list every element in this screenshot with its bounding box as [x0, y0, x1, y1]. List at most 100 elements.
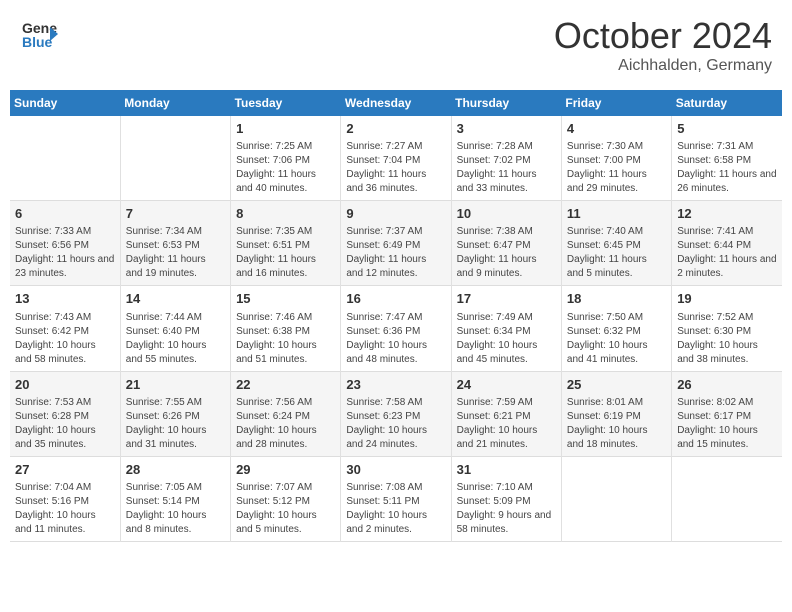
calendar-cell: 3 Sunrise: 7:28 AMSunset: 7:02 PMDaylight… [451, 116, 561, 201]
calendar-week-row: 1 Sunrise: 7:25 AMSunset: 7:06 PMDaylight… [10, 116, 782, 201]
col-thursday: Thursday [451, 90, 561, 116]
day-info: Sunrise: 7:40 AMSunset: 6:45 PMDaylight:… [567, 225, 666, 281]
day-number: 3 [457, 120, 556, 138]
calendar-cell: 20Sunrise: 7:53 AMSunset: 6:28 PMDayligh… [10, 371, 120, 456]
day-info: Sunrise: 7:47 AMSunset: 6:36 PMDaylight:… [346, 311, 445, 367]
day-info: Sunrise: 7:33 AMSunset: 6:56 PMDaylight:… [15, 225, 115, 281]
day-number: 17 [457, 290, 556, 308]
day-number: 1 [236, 120, 335, 138]
page-header: General Blue October 2024 Aichhalden, Ge… [10, 10, 782, 80]
calendar-cell: 10 Sunrise: 7:38 AMSunset: 6:47 PMDayligh… [451, 201, 561, 286]
calendar-cell: 1 Sunrise: 7:25 AMSunset: 7:06 PMDaylight… [231, 116, 341, 201]
day-info: Sunrise: 7:27 AMSunset: 7:04 PMDaylight:… [346, 140, 445, 196]
calendar-table: Sunday Monday Tuesday Wednesday Thursday… [10, 90, 782, 542]
calendar-cell: 16 Sunrise: 7:47 AMSunset: 6:36 PMDayligh… [341, 286, 451, 371]
day-number: 7 [126, 205, 225, 223]
day-number: 26 [677, 376, 777, 394]
svg-text:Blue: Blue [22, 34, 53, 50]
calendar-cell: 15Sunrise: 7:46 AMSunset: 6:38 PMDayligh… [231, 286, 341, 371]
calendar-cell: 26 Sunrise: 8:02 AMSunset: 6:17 PMDayligh… [672, 371, 782, 456]
calendar-cell: 9 Sunrise: 7:37 AMSunset: 6:49 PMDaylight… [341, 201, 451, 286]
col-saturday: Saturday [672, 90, 782, 116]
day-info: Sunrise: 7:56 AMSunset: 6:24 PMDaylight:… [236, 396, 335, 452]
day-info: Sunrise: 7:28 AMSunset: 7:02 PMDaylight:… [457, 140, 556, 196]
day-info: Sunrise: 7:44 AMSunset: 6:40 PMDaylight:… [126, 311, 225, 367]
calendar-week-row: 6 Sunrise: 7:33 AMSunset: 6:56 PMDaylight… [10, 201, 782, 286]
calendar-cell: 17 Sunrise: 7:49 AMSunset: 6:34 PMDayligh… [451, 286, 561, 371]
day-number: 4 [567, 120, 666, 138]
calendar-cell: 25 Sunrise: 8:01 AMSunset: 6:19 PMDayligh… [561, 371, 671, 456]
calendar-cell: 11 Sunrise: 7:40 AMSunset: 6:45 PMDayligh… [561, 201, 671, 286]
calendar-header-row: Sunday Monday Tuesday Wednesday Thursday… [10, 90, 782, 116]
day-info: Sunrise: 7:10 AMSunset: 5:09 PMDaylight:… [457, 481, 556, 537]
month-title: October 2024 [554, 15, 772, 57]
calendar-cell: 28 Sunrise: 7:05 AMSunset: 5:14 PMDayligh… [120, 456, 230, 541]
calendar-cell [10, 116, 120, 201]
logo: General Blue [20, 15, 58, 53]
day-number: 9 [346, 205, 445, 223]
day-number: 25 [567, 376, 666, 394]
calendar-week-row: 20Sunrise: 7:53 AMSunset: 6:28 PMDayligh… [10, 371, 782, 456]
col-tuesday: Tuesday [231, 90, 341, 116]
day-info: Sunrise: 7:35 AMSunset: 6:51 PMDaylight:… [236, 225, 335, 281]
calendar-cell: 14 Sunrise: 7:44 AMSunset: 6:40 PMDayligh… [120, 286, 230, 371]
day-number: 18 [567, 290, 666, 308]
calendar-cell: 24Sunrise: 7:59 AMSunset: 6:21 PMDayligh… [451, 371, 561, 456]
calendar-cell: 13 Sunrise: 7:43 AMSunset: 6:42 PMDayligh… [10, 286, 120, 371]
day-info: Sunrise: 7:25 AMSunset: 7:06 PMDaylight:… [236, 140, 335, 196]
calendar-cell: 21Sunrise: 7:55 AMSunset: 6:26 PMDayligh… [120, 371, 230, 456]
calendar-cell: 7Sunrise: 7:34 AMSunset: 6:53 PMDaylight… [120, 201, 230, 286]
day-number: 28 [126, 461, 225, 479]
calendar-cell: 4 Sunrise: 7:30 AMSunset: 7:00 PMDaylight… [561, 116, 671, 201]
calendar-cell: 6 Sunrise: 7:33 AMSunset: 6:56 PMDaylight… [10, 201, 120, 286]
day-number: 15 [236, 290, 335, 308]
day-info: Sunrise: 8:01 AMSunset: 6:19 PMDaylight:… [567, 396, 666, 452]
day-info: Sunrise: 7:55 AMSunset: 6:26 PMDaylight:… [126, 396, 225, 452]
day-info: Sunrise: 7:58 AMSunset: 6:23 PMDaylight:… [346, 396, 445, 452]
day-info: Sunrise: 7:38 AMSunset: 6:47 PMDaylight:… [457, 225, 556, 281]
calendar-cell: 29 Sunrise: 7:07 AMSunset: 5:12 PMDayligh… [231, 456, 341, 541]
day-number: 13 [15, 290, 115, 308]
day-number: 27 [15, 461, 115, 479]
day-number: 6 [15, 205, 115, 223]
day-info: Sunrise: 7:05 AMSunset: 5:14 PMDaylight:… [126, 481, 225, 537]
day-info: Sunrise: 7:49 AMSunset: 6:34 PMDaylight:… [457, 311, 556, 367]
calendar-cell: 23 Sunrise: 7:58 AMSunset: 6:23 PMDayligh… [341, 371, 451, 456]
day-number: 10 [457, 205, 556, 223]
day-number: 2 [346, 120, 445, 138]
logo-icon: General Blue [20, 15, 58, 53]
calendar-week-row: 13 Sunrise: 7:43 AMSunset: 6:42 PMDayligh… [10, 286, 782, 371]
title-block: October 2024 Aichhalden, Germany [554, 15, 772, 75]
calendar-cell [120, 116, 230, 201]
day-number: 8 [236, 205, 335, 223]
day-number: 19 [677, 290, 777, 308]
day-info: Sunrise: 7:59 AMSunset: 6:21 PMDaylight:… [457, 396, 556, 452]
day-info: Sunrise: 8:02 AMSunset: 6:17 PMDaylight:… [677, 396, 777, 452]
day-number: 29 [236, 461, 335, 479]
location-subtitle: Aichhalden, Germany [554, 57, 772, 75]
day-number: 30 [346, 461, 445, 479]
day-info: Sunrise: 7:43 AMSunset: 6:42 PMDaylight:… [15, 311, 115, 367]
day-number: 14 [126, 290, 225, 308]
calendar-cell: 31Sunrise: 7:10 AMSunset: 5:09 PMDayligh… [451, 456, 561, 541]
day-number: 11 [567, 205, 666, 223]
day-info: Sunrise: 7:50 AMSunset: 6:32 PMDaylight:… [567, 311, 666, 367]
day-info: Sunrise: 7:37 AMSunset: 6:49 PMDaylight:… [346, 225, 445, 281]
calendar-cell: 27 Sunrise: 7:04 AMSunset: 5:16 PMDayligh… [10, 456, 120, 541]
calendar-cell [672, 456, 782, 541]
day-info: Sunrise: 7:53 AMSunset: 6:28 PMDaylight:… [15, 396, 115, 452]
day-number: 12 [677, 205, 777, 223]
calendar-cell: 30Sunrise: 7:08 AMSunset: 5:11 PMDayligh… [341, 456, 451, 541]
calendar-cell: 18 Sunrise: 7:50 AMSunset: 6:32 PMDayligh… [561, 286, 671, 371]
col-friday: Friday [561, 90, 671, 116]
day-number: 16 [346, 290, 445, 308]
day-number: 23 [346, 376, 445, 394]
day-info: Sunrise: 7:30 AMSunset: 7:00 PMDaylight:… [567, 140, 666, 196]
calendar-cell [561, 456, 671, 541]
day-info: Sunrise: 7:07 AMSunset: 5:12 PMDaylight:… [236, 481, 335, 537]
day-info: Sunrise: 7:04 AMSunset: 5:16 PMDaylight:… [15, 481, 115, 537]
col-monday: Monday [120, 90, 230, 116]
calendar-cell: 22Sunrise: 7:56 AMSunset: 6:24 PMDayligh… [231, 371, 341, 456]
day-info: Sunrise: 7:52 AMSunset: 6:30 PMDaylight:… [677, 311, 777, 367]
col-sunday: Sunday [10, 90, 120, 116]
